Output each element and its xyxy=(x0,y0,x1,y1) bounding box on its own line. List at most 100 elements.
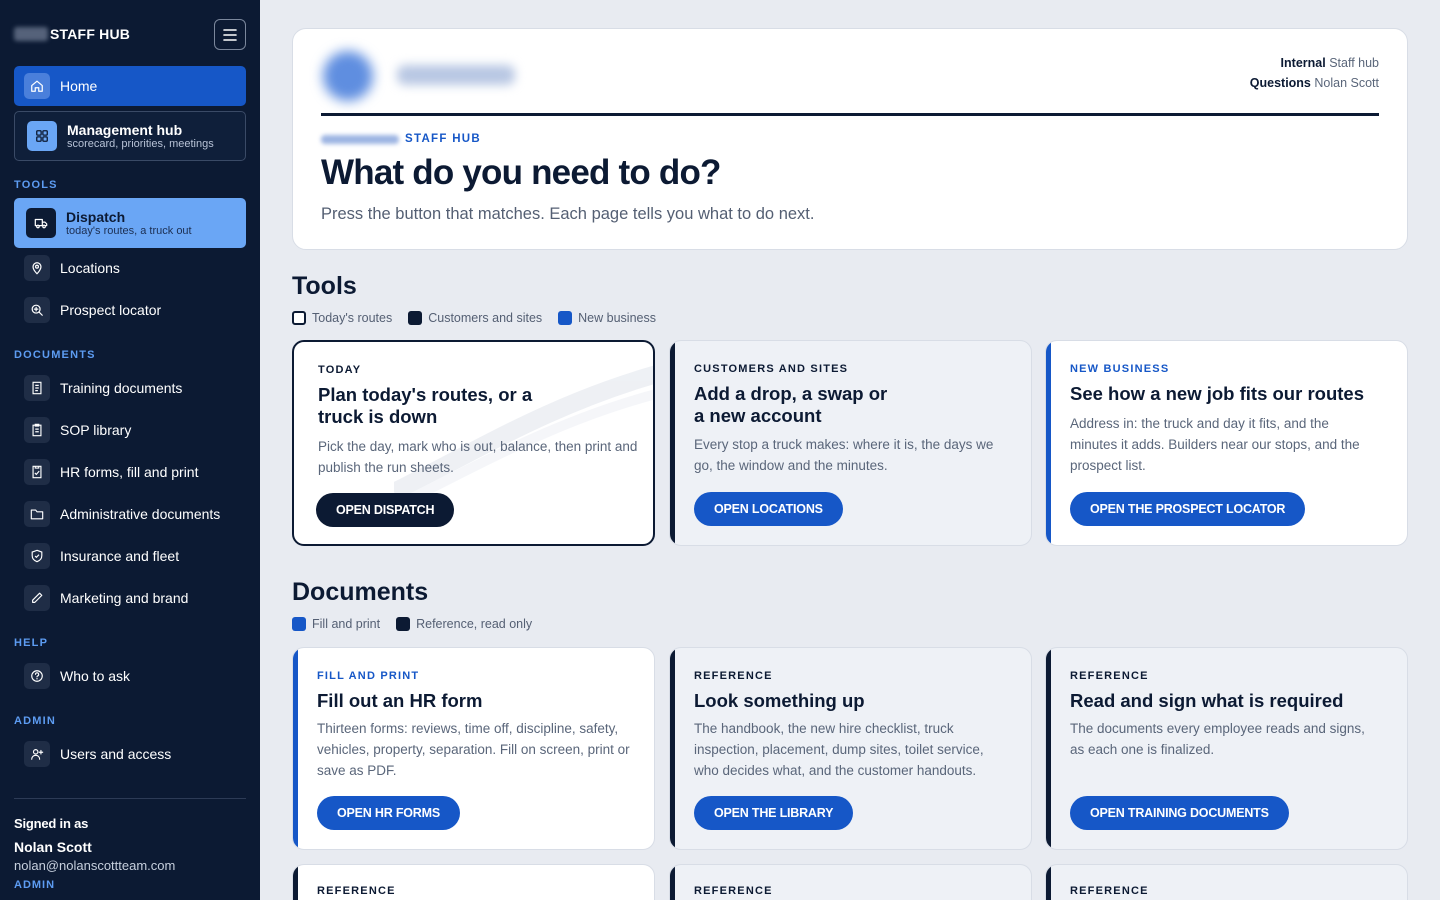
sidebar-item-sop-library[interactable]: SOP library xyxy=(14,413,246,447)
company-wordmark xyxy=(397,65,515,85)
open-dispatch-button[interactable]: OPEN DISPATCH xyxy=(316,493,455,527)
card-kicker: TODAY xyxy=(318,364,362,376)
sidebar-item-label: Administrative documents xyxy=(60,506,221,522)
legend-swatch xyxy=(396,617,411,631)
sidebar-item-label: Locations xyxy=(60,260,120,276)
kicker-redacted xyxy=(321,134,399,144)
sidebar-item-label: Prospect locator xyxy=(60,302,162,318)
sidebar-item-label: SOP library xyxy=(60,422,132,438)
sidebar-item-management-hub[interactable]: Management hub scorecard, priorities, me… xyxy=(14,111,246,161)
open-locations-button[interactable]: OPEN LOCATIONS xyxy=(694,492,843,526)
documents-legend: Fill and print Reference, read only xyxy=(292,617,548,631)
meta-questions-label: Questions xyxy=(1249,76,1311,90)
doc-card-hr-forms[interactable]: FILL AND PRINT Fill out an HR form Thirt… xyxy=(292,647,655,850)
tools-legend: Today's routes Customers and sites New b… xyxy=(292,311,672,325)
sidebar-item-label: Insurance and fleet xyxy=(60,548,180,564)
card-kicker: REFERENCE xyxy=(694,670,773,682)
hero-meta: Internal Staff hub Questions Nolan Scott xyxy=(1250,53,1379,93)
open-hr-forms-button[interactable]: OPEN HR FORMS xyxy=(317,796,460,830)
search-icon xyxy=(24,297,50,323)
card-title: See how a new job fits our routes xyxy=(1070,383,1364,404)
sidebar-item-insurance-and-fleet[interactable]: Insurance and fleet xyxy=(14,539,246,573)
sidebar-item-label: Who to ask xyxy=(60,668,131,684)
help-circle-icon xyxy=(24,663,50,689)
legend-label: Reference, read only xyxy=(416,617,533,631)
sidebar-item-label: Home xyxy=(60,78,98,94)
card-title: Look something up xyxy=(694,690,865,711)
card-description: The handbook, the new hire checklist, tr… xyxy=(694,721,984,778)
card-kicker: CUSTOMERS AND SITES xyxy=(694,363,849,375)
sidebar-item-label: Training documents xyxy=(60,380,183,396)
card-title: Plan today's routes, or a truck is down xyxy=(318,384,533,427)
open-training-documents-button[interactable]: OPEN TRAINING DOCUMENTS xyxy=(1070,796,1289,830)
doc-card-library[interactable]: REFERENCE Look something up The handbook… xyxy=(669,647,1032,850)
user-plus-icon xyxy=(24,741,50,767)
sidebar-item-home[interactable]: Home xyxy=(14,66,246,106)
home-icon xyxy=(24,73,50,99)
card-description: Pick the day, mark who is out, balance, … xyxy=(318,439,638,475)
sidebar-item-who-to-ask[interactable]: Who to ask xyxy=(14,659,246,693)
brand-logo xyxy=(14,27,48,41)
sidebar-item-label: Marketing and brand xyxy=(60,590,189,606)
card-title: Add a drop, a swap or a new account xyxy=(694,383,888,426)
page-subtitle: Press the button that matches. Each page… xyxy=(321,205,815,223)
sidebar-item-administrative-documents[interactable]: Administrative documents xyxy=(14,497,246,531)
card-kicker: REFERENCE xyxy=(1070,885,1149,897)
card-kicker: REFERENCE xyxy=(1070,670,1149,682)
meta-internal-value: Staff hub xyxy=(1329,56,1379,70)
card-kicker: NEW BUSINESS xyxy=(1070,363,1170,375)
meta-internal-label: Internal xyxy=(1280,56,1326,70)
legend-label: Customers and sites xyxy=(428,311,543,325)
legend-item: Fill and print xyxy=(292,617,380,631)
document-icon xyxy=(24,375,50,401)
doc-card-partial[interactable]: REFERENCE xyxy=(669,864,1032,900)
doc-card-partial[interactable]: REFERENCE xyxy=(292,864,655,900)
doc-card-training[interactable]: REFERENCE Read and sign what is required… xyxy=(1045,647,1408,850)
open-library-button[interactable]: OPEN THE LIBRARY xyxy=(694,796,854,830)
user-name: Nolan Scott xyxy=(14,839,92,855)
tool-card-locations[interactable]: CUSTOMERS AND SITES Add a drop, a swap o… xyxy=(669,340,1032,546)
card-description: Thirteen forms: reviews, time off, disci… xyxy=(317,721,630,778)
doc-card-partial[interactable]: REFERENCE xyxy=(1045,864,1408,900)
menu-toggle-button[interactable] xyxy=(214,19,246,50)
map-pin-icon xyxy=(24,255,50,281)
sidebar-item-locations[interactable]: Locations xyxy=(14,251,246,285)
meta-questions-value: Nolan Scott xyxy=(1314,76,1379,90)
sidebar-item-marketing-and-brand[interactable]: Marketing and brand xyxy=(14,581,246,615)
legend-label: Today's routes xyxy=(312,311,393,325)
documents-heading: Documents xyxy=(292,578,429,606)
open-prospect-locator-button[interactable]: OPEN THE PROSPECT LOCATOR xyxy=(1070,492,1306,526)
tool-card-prospect[interactable]: NEW BUSINESS See how a new job fits our … xyxy=(1045,340,1408,546)
card-kicker: REFERENCE xyxy=(317,885,396,897)
grid-icon xyxy=(27,121,57,151)
sidebar-item-subtitle: today's routes, a truck out xyxy=(66,224,192,237)
user-email: nolan@nolanscottteam.com xyxy=(14,858,176,873)
hero-card: Internal Staff hub Questions Nolan Scott… xyxy=(292,28,1408,250)
legend-item: Reference, read only xyxy=(396,617,532,631)
hamburger-icon xyxy=(223,28,237,41)
section-label-admin: ADMIN xyxy=(14,715,57,727)
sidebar-item-hr-forms[interactable]: HR forms, fill and print xyxy=(14,455,246,489)
legend-swatch xyxy=(292,617,306,631)
checklist-icon xyxy=(24,459,50,485)
pencil-icon xyxy=(24,585,50,611)
brand[interactable]: STAFF HUB xyxy=(14,24,130,44)
sidebar-item-users-and-access[interactable]: Users and access xyxy=(14,737,246,771)
sidebar-item-dispatch[interactable]: Dispatch today's routes, a truck out xyxy=(14,198,246,248)
hero-divider xyxy=(321,113,1379,116)
hero-kicker-text: STAFF HUB xyxy=(405,133,482,145)
sidebar-item-title: Management hub xyxy=(67,121,183,138)
section-label-documents: DOCUMENTS xyxy=(14,349,96,361)
sidebar-item-label: HR forms, fill and print xyxy=(60,464,199,480)
sidebar-divider xyxy=(14,798,246,799)
sidebar-item-prospect-locator[interactable]: Prospect locator xyxy=(14,293,246,327)
tool-card-dispatch[interactable]: TODAY Plan today's routes, or a truck is… xyxy=(292,340,655,546)
card-title: Read and sign what is required xyxy=(1070,690,1344,711)
brand-text: STAFF HUB xyxy=(50,26,131,42)
card-description: Address in: the truck and day it fits, a… xyxy=(1070,416,1360,473)
legend-swatch xyxy=(292,311,306,325)
sidebar-item-training-documents[interactable]: Training documents xyxy=(14,371,246,405)
tools-heading: Tools xyxy=(292,272,357,300)
card-description: Every stop a truck makes: where it is, t… xyxy=(694,437,994,473)
section-label-help: HELP xyxy=(14,637,49,649)
